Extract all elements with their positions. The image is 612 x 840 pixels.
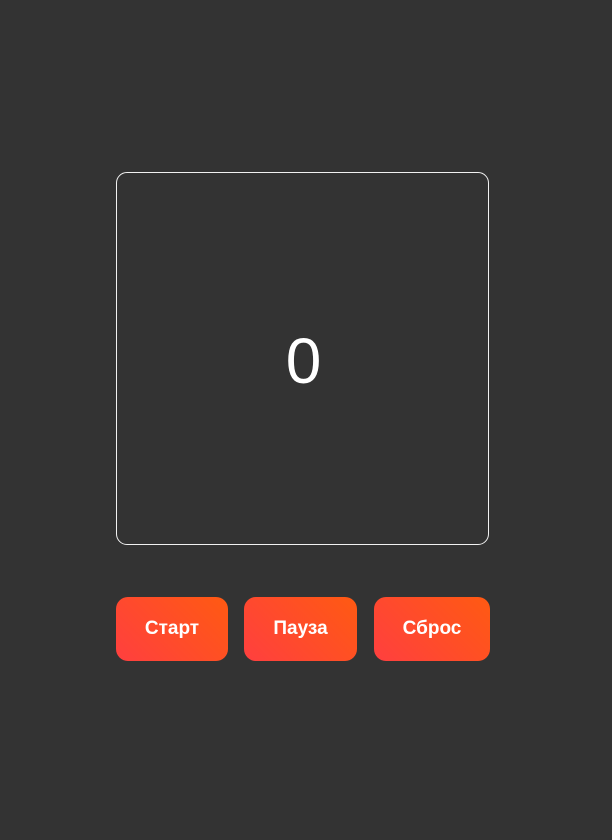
start-button[interactable]: Старт (116, 597, 228, 661)
counter-value: 0 (285, 324, 322, 397)
reset-button[interactable]: Сброс (374, 597, 490, 661)
pause-button[interactable]: Пауза (244, 597, 357, 661)
timer-display: 0 (116, 172, 489, 545)
